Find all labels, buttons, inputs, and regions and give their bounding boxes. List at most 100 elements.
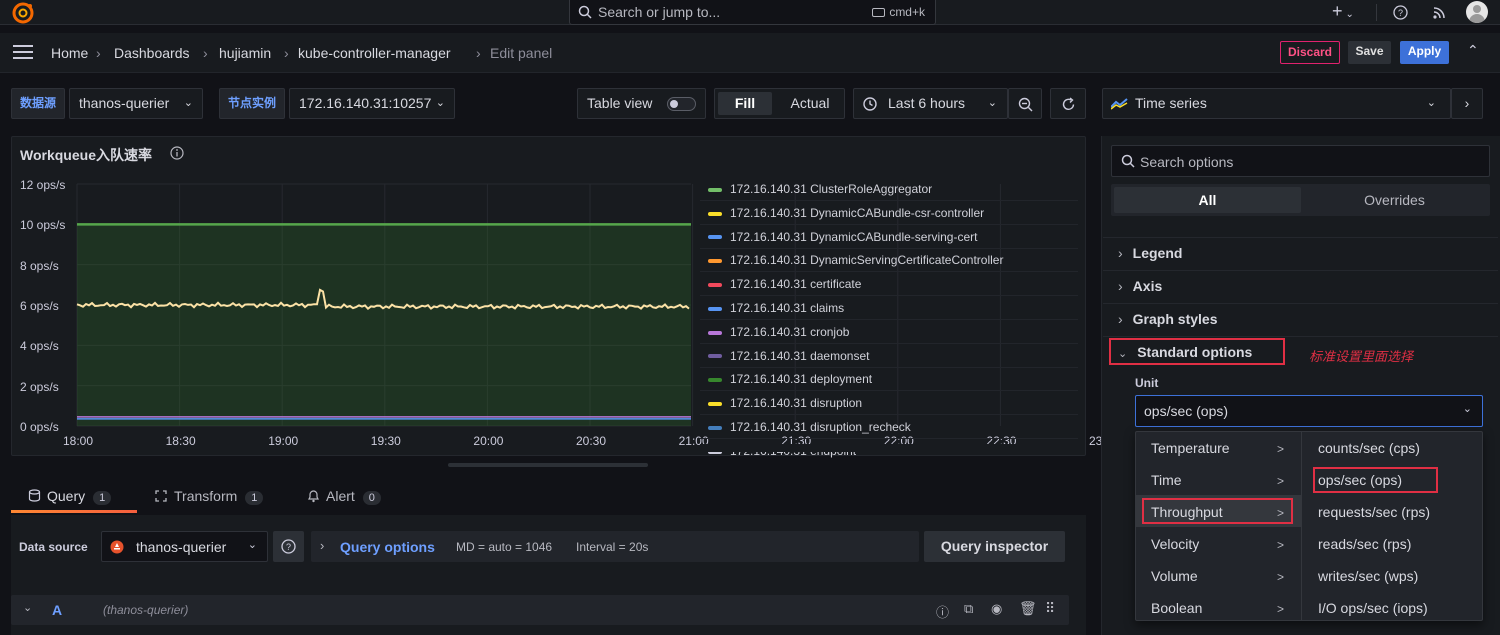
query-inspector-button[interactable]: Query inspector [924,531,1065,562]
datasource-value: thanos-querier [136,539,227,555]
legend-label: 172.16.140.31 DynamicServingCertificateC… [730,253,1004,268]
legend-label: 172.16.140.31 disruption [730,396,863,411]
drag-handle-icon[interactable]: ⠿ [1045,600,1055,617]
rss-news-icon[interactable] [1432,6,1446,20]
section-legend[interactable]: › Legend [1118,245,1182,261]
tab-overrides[interactable]: Overrides [1301,187,1488,213]
chevron-right-icon: › [320,538,325,553]
duplicate-icon[interactable]: ⧉ [964,601,973,617]
apply-button[interactable]: Apply [1400,41,1449,64]
active-tab-indicator [11,510,137,513]
search-icon [1121,154,1135,168]
legend-item[interactable]: 172.16.140.31 disruption_recheck [708,420,911,434]
legend-item[interactable]: 172.16.140.31 DynamicServingCertificateC… [708,253,1003,267]
unit-category-item[interactable]: Volume [1151,568,1198,584]
help-icon: ? [281,539,296,554]
help-icon[interactable]: ? [1393,5,1408,20]
chevron-down-icon: ⌄ [1426,97,1436,109]
legend-swatch [708,211,722,216]
chevron-right-icon: › [1118,278,1123,294]
chevron-up-icon[interactable]: ⌃ [1467,42,1479,59]
unit-option-item[interactable]: I/O ops/sec (iops) [1318,600,1428,616]
discard-button[interactable]: Discard [1280,41,1340,64]
legend-row-divider [700,438,1078,439]
query-ref-id[interactable]: A [52,602,62,618]
legend-item[interactable]: 172.16.140.31 DynamicCABundle-serving-ce… [708,230,977,244]
panel-resize-handle[interactable] [448,463,648,467]
highlight-ops-sec [1313,467,1438,493]
prometheus-icon [110,540,124,554]
legend-fade [700,444,1080,452]
section-graph-styles[interactable]: › Graph styles [1118,311,1218,327]
legend-row-divider [700,390,1078,392]
legend-row-divider [700,271,1078,273]
bell-icon [308,490,319,503]
legend-row-divider [700,414,1078,416]
unit-option-item[interactable]: requests/sec (rps) [1318,504,1430,520]
highlight-throughput [1142,498,1293,524]
chevron-right-icon: > [1277,570,1285,584]
tab-transform[interactable]: Transform 1 [154,488,264,505]
legend-item[interactable]: 172.16.140.31 DynamicCABundle-csr-contro… [708,206,984,220]
legend-row-divider [700,319,1078,320]
tab-all[interactable]: All [1114,187,1301,213]
unit-category-item[interactable]: Time [1151,472,1182,488]
legend-item[interactable]: 172.16.140.31 claims [708,301,844,315]
unit-category-item[interactable]: Temperature [1151,440,1230,456]
legend-item[interactable]: 172.16.140.31 disruption [708,396,862,410]
unit-option-item[interactable]: counts/sec (cps) [1318,440,1420,456]
query-row-header[interactable]: ⌄ A (thanos-querier) ⓘ ⧉ ◉ 🗑 ⠿ [11,595,1069,625]
help-icon[interactable]: ⓘ [936,602,949,621]
unit-option-item[interactable]: reads/sec (rps) [1318,536,1411,552]
datasource-select[interactable]: thanos-querier ⌄ [101,531,268,562]
divider [1376,4,1377,21]
menu-divider [1301,432,1302,620]
tab-query-count: 1 [93,491,112,505]
eye-icon[interactable]: ◉ [991,601,1002,617]
add-new-button[interactable]: + ⌄ [1332,1,1354,22]
legend-row-divider [700,223,1078,225]
section-axis[interactable]: › Axis [1118,278,1162,294]
legend-item[interactable]: 172.16.140.31 cronjob [708,325,849,339]
unit-category-item[interactable]: Velocity [1151,536,1199,552]
chevron-right-icon: > [1277,442,1285,456]
query-options-bar[interactable]: › Query options MD = auto = 1046 Interva… [311,531,919,562]
section-graph-styles-label: Graph styles [1132,311,1218,327]
legend-swatch [708,402,722,407]
user-avatar[interactable] [1466,1,1488,23]
legend-item[interactable]: 172.16.140.31 daemonset [708,349,869,363]
chevron-down-icon[interactable]: ⌄ [23,601,32,614]
transform-icon [155,490,167,502]
chevron-right-icon: › [1118,311,1123,327]
chevron-right-icon: › [1118,245,1123,261]
unit-option-item[interactable]: writes/sec (wps) [1318,568,1418,584]
trash-icon[interactable]: 🗑 [1019,600,1037,617]
legend-swatch [708,330,722,335]
visualization-picker[interactable]: Time series ⌄ [1102,88,1451,119]
legend-swatch [708,235,722,240]
datasource-help-button[interactable]: ? [273,531,304,562]
legend-item[interactable]: 172.16.140.31 deployment [708,372,872,386]
divider [1103,270,1498,271]
unit-select[interactable]: ops/sec (ops) ⌄ [1135,395,1483,427]
max-data-points-info: MD = auto = 1046 [456,540,553,554]
tab-query[interactable]: Query 1 [28,488,112,505]
legend-item[interactable]: 172.16.140.31 ClusterRoleAggregator [708,182,932,196]
legend-item[interactable]: 172.16.140.31 certificate [708,277,861,291]
series-area-clusterroleaggregator [77,224,691,426]
section-legend-label: Legend [1132,245,1183,261]
legend-swatch [708,283,722,288]
collapse-options-button[interactable]: › [1451,88,1483,119]
chevron-down-icon: ⌄ [1345,9,1354,20]
legend-label: 172.16.140.31 claims [730,301,845,315]
save-button[interactable]: Save [1348,41,1391,64]
unit-label: Unit [1135,376,1159,390]
unit-category-item[interactable]: Boolean [1151,600,1202,616]
tab-alert[interactable]: Alert 0 [307,488,381,505]
database-icon [28,489,41,502]
legend-label: 172.16.140.31 certificate [730,277,862,292]
options-search-input[interactable]: Search options [1111,145,1490,177]
chevron-down-icon: ⌄ [1462,403,1472,415]
tab-query-label: Query [47,488,86,504]
legend-row-divider [700,366,1078,368]
